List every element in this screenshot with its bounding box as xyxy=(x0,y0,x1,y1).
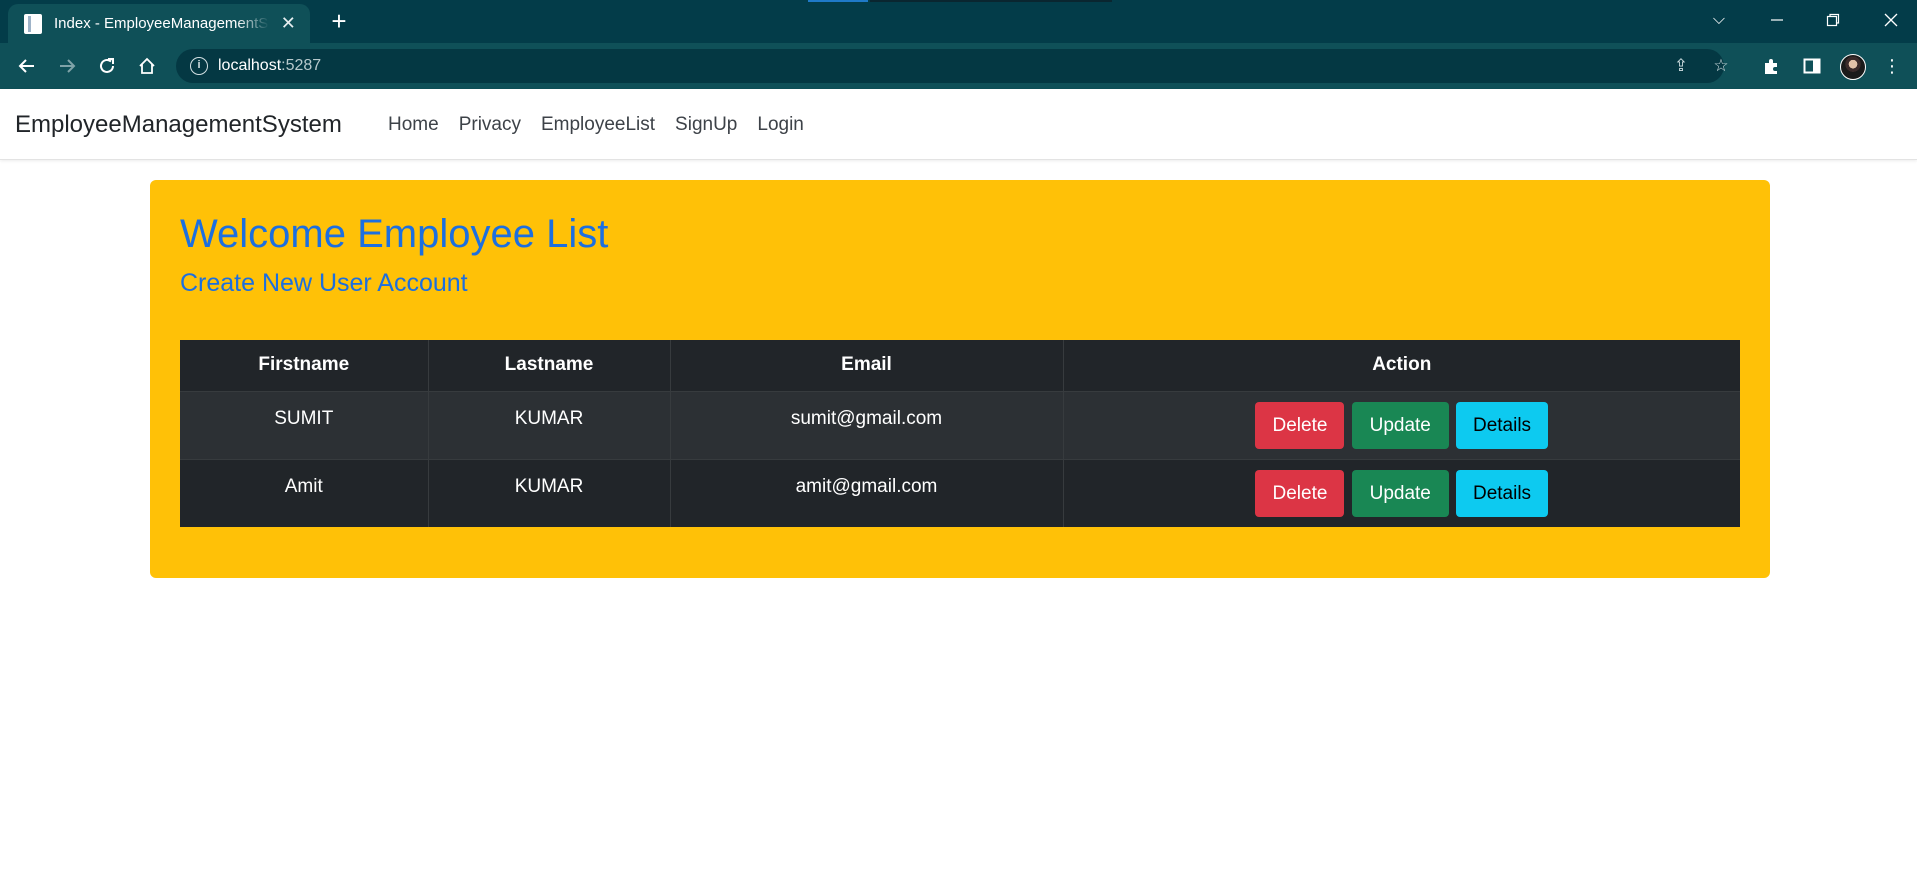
cell-actions: Delete Update Details xyxy=(1063,390,1740,459)
page-favicon-icon xyxy=(24,13,42,34)
url-port: :5287 xyxy=(281,57,322,74)
create-account-link[interactable]: Create New User Account xyxy=(180,269,468,298)
column-header-lastname: Lastname xyxy=(428,340,671,391)
profile-avatar[interactable] xyxy=(1840,54,1866,80)
update-button[interactable]: Update xyxy=(1351,469,1449,517)
cell-email: sumit@gmail.com xyxy=(670,390,1064,459)
browser-toolbar: i localhost:5287 ⇪ ☆ ⋮ xyxy=(0,43,1917,89)
delete-button[interactable]: Delete xyxy=(1255,401,1345,449)
table-row: SUMIT KUMAR sumit@gmail.com Delete Updat… xyxy=(180,390,1740,459)
table-header-row: Firstname Lastname Email Action xyxy=(180,340,1740,391)
tab-close-icon[interactable]: ✕ xyxy=(279,13,299,34)
restore-icon xyxy=(1826,13,1840,27)
reload-icon xyxy=(100,58,114,73)
cell-actions: Delete Update Details xyxy=(1063,458,1740,527)
page-title: Welcome Employee List xyxy=(180,212,609,256)
column-header-action: Action xyxy=(1063,340,1740,391)
nav-link-privacy[interactable]: Privacy xyxy=(449,114,531,136)
nav-link-login[interactable]: Login xyxy=(747,114,814,136)
url-text[interactable]: localhost:5287 xyxy=(218,57,321,75)
nav-link-employeelist[interactable]: EmployeeList xyxy=(531,114,665,136)
new-tab-button[interactable]: + xyxy=(324,7,354,37)
table-row: Amit KUMAR amit@gmail.com Delete Update … xyxy=(180,458,1740,527)
close-icon xyxy=(1884,13,1898,27)
forward-button[interactable] xyxy=(51,50,83,82)
close-window-button[interactable] xyxy=(1868,0,1914,40)
cell-firstname: SUMIT xyxy=(180,390,429,459)
nav-links: Home Privacy EmployeeList SignUp Login xyxy=(378,114,814,136)
site-brand[interactable]: EmployeeManagementSystem xyxy=(15,111,342,139)
site-info-icon[interactable]: i xyxy=(190,57,208,75)
extensions-puzzle-shape xyxy=(1765,59,1777,74)
details-button[interactable]: Details xyxy=(1456,401,1549,449)
cell-lastname: KUMAR xyxy=(428,390,671,459)
site-navbar: EmployeeManagementSystem Home Privacy Em… xyxy=(0,89,1917,160)
titlebar-accent xyxy=(808,0,868,2)
star-icon[interactable]: ☆ xyxy=(1710,55,1732,77)
puzzle-icon[interactable] xyxy=(1760,54,1784,78)
url-host: localhost xyxy=(218,57,282,74)
browser-titlebar: Index - EmployeeManagementSystem ✕ + ⌵ xyxy=(0,0,1917,43)
reload-button[interactable] xyxy=(91,50,123,82)
back-button[interactable] xyxy=(11,50,43,82)
update-button[interactable]: Update xyxy=(1351,401,1449,449)
side-panel-icon[interactable] xyxy=(1800,54,1824,78)
details-button[interactable]: Details xyxy=(1456,469,1549,517)
column-header-email: Email xyxy=(670,340,1064,391)
cell-lastname: KUMAR xyxy=(428,458,671,527)
delete-button[interactable]: Delete xyxy=(1255,469,1345,517)
tab-search-icon[interactable]: ⌵ xyxy=(1696,0,1742,40)
arrow-left-icon xyxy=(18,59,34,73)
minimize-button[interactable] xyxy=(1754,0,1800,40)
kebab-menu-icon[interactable]: ⋮ xyxy=(1880,54,1904,78)
cell-firstname: Amit xyxy=(180,458,429,527)
employee-list-panel: Welcome Employee List Create New User Ac… xyxy=(150,180,1770,578)
restore-button[interactable] xyxy=(1810,0,1856,40)
cell-email: amit@gmail.com xyxy=(670,458,1064,527)
share-icon[interactable]: ⇪ xyxy=(1670,55,1692,77)
browser-tab-active[interactable]: Index - EmployeeManagementSystem ✕ xyxy=(8,4,310,43)
titlebar-accent-dark xyxy=(870,0,1112,2)
column-header-firstname: Firstname xyxy=(180,340,429,391)
side-panel-shape xyxy=(1803,58,1821,74)
home-icon xyxy=(139,57,155,74)
home-button[interactable] xyxy=(131,50,163,82)
address-bar[interactable]: i localhost:5287 ⇪ ☆ xyxy=(176,49,1729,83)
minimize-icon xyxy=(1771,19,1783,21)
arrow-right-icon xyxy=(60,59,76,73)
nav-link-home[interactable]: Home xyxy=(378,114,449,136)
tab-title: Index - EmployeeManagementSystem xyxy=(54,15,269,32)
nav-link-signup[interactable]: SignUp xyxy=(665,114,747,136)
employee-table: Firstname Lastname Email Action SUMIT KU… xyxy=(180,340,1740,527)
